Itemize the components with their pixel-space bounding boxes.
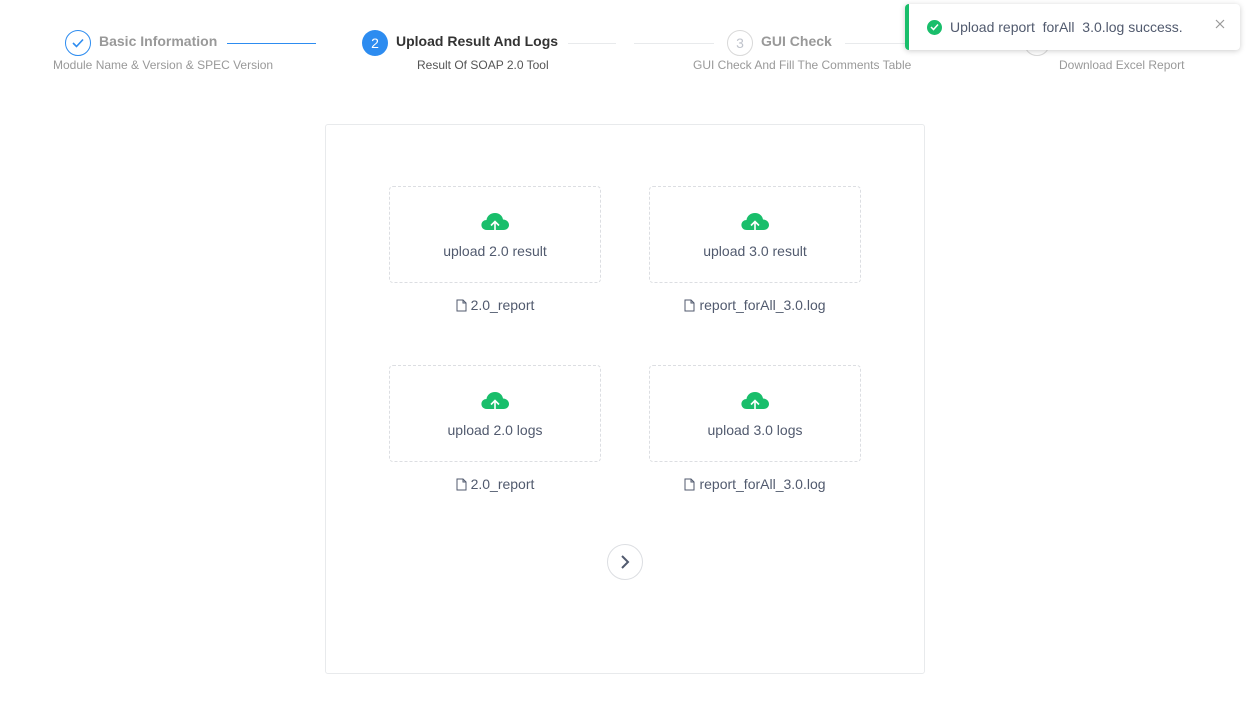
file-icon — [684, 478, 695, 490]
file-name: 2.0_report — [470, 476, 535, 492]
step-3-connector — [845, 43, 905, 44]
cloud-upload-icon — [481, 212, 509, 236]
upload-label: upload 3.0 logs — [707, 421, 803, 438]
toast-message: Upload report forAll 3.0.log success. — [950, 19, 1183, 35]
file-name: report_forAll_3.0.log — [699, 476, 826, 492]
uploaded-file[interactable]: 2.0_report — [389, 297, 601, 313]
uploaded-file[interactable]: report_forAll_3.0.log — [649, 476, 861, 492]
step-4-description: Download Excel Report — [1059, 58, 1185, 72]
step-1-connector — [227, 43, 316, 44]
step-1-check-icon — [65, 30, 91, 56]
step-2-connector-b — [634, 43, 714, 44]
step-3-number: 3 — [727, 30, 753, 56]
file-name: report_forAll_3.0.log — [699, 297, 826, 313]
success-toast: Upload report forAll 3.0.log success. — [905, 4, 1240, 50]
file-icon — [684, 299, 695, 311]
upload-label: upload 2.0 logs — [447, 421, 543, 438]
upload-2-0-logs-button[interactable]: upload 2.0 logs — [389, 365, 601, 462]
upload-3-0-logs-button[interactable]: upload 3.0 logs — [649, 365, 861, 462]
step-2-connector — [568, 43, 616, 44]
upload-label: upload 3.0 result — [703, 242, 807, 259]
file-name: 2.0_report — [470, 297, 535, 313]
step-3-description: GUI Check And Fill The Comments Table — [693, 58, 912, 72]
file-icon — [456, 299, 467, 311]
cloud-upload-icon — [481, 391, 509, 415]
file-icon — [456, 478, 467, 490]
next-step-button[interactable] — [607, 544, 643, 580]
uploaded-file[interactable]: report_forAll_3.0.log — [649, 297, 861, 313]
chevron-right-icon — [621, 555, 630, 569]
cloud-upload-icon — [741, 212, 769, 236]
upload-3-0-result-button[interactable]: upload 3.0 result — [649, 186, 861, 283]
cloud-upload-icon — [741, 391, 769, 415]
step-2-number: 2 — [362, 30, 388, 56]
step-1-title: Basic Information — [99, 33, 218, 49]
step-3-title: GUI Check — [761, 33, 832, 49]
close-icon[interactable] — [1214, 18, 1226, 30]
check-circle-icon — [927, 19, 942, 35]
upload-label: upload 2.0 result — [443, 242, 547, 259]
upload-2-0-result-button[interactable]: upload 2.0 result — [389, 186, 601, 283]
step-2-title: Upload Result And Logs — [396, 33, 559, 49]
step-1-description: Module Name & Version & SPEC Version — [53, 58, 274, 72]
step-2-description: Result Of SOAP 2.0 Tool — [417, 58, 549, 72]
upload-card: upload 2.0 result 2.0_report upload 3.0 … — [325, 124, 925, 674]
uploaded-file[interactable]: 2.0_report — [389, 476, 601, 492]
